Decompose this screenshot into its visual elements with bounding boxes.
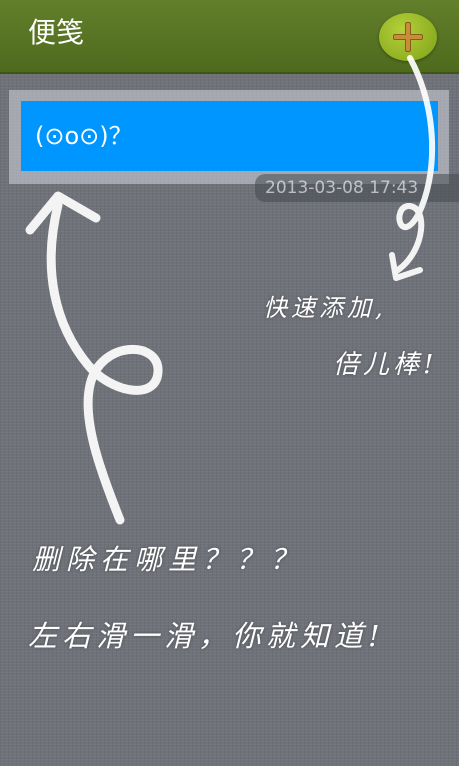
quick-add-hint-line2: 倍儿棒! bbox=[333, 350, 438, 380]
curved-arrow-to-add bbox=[395, 55, 436, 273]
arrowhead-note bbox=[25, 191, 101, 235]
curved-arrow-to-note bbox=[46, 200, 163, 525]
quick-add-hint-line1: 快速添加, bbox=[263, 294, 387, 322]
delete-answer-hint: 左右滑一滑，你就知道! bbox=[28, 619, 385, 653]
delete-question-hint: 删除在哪里？？？ bbox=[32, 543, 305, 576]
